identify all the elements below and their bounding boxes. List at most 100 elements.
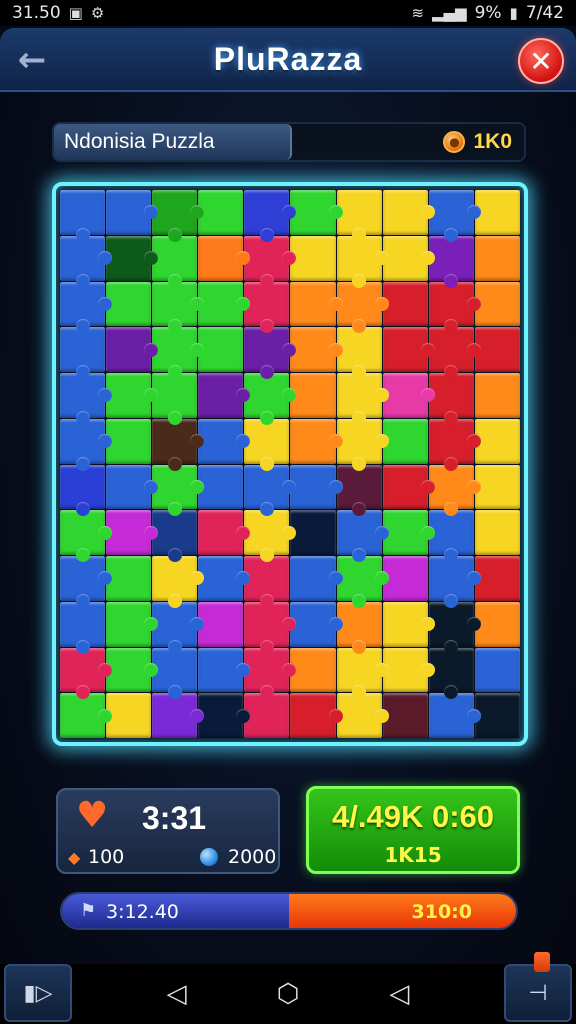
home-nav-icon[interactable]: ⬡ <box>277 979 300 1009</box>
puzzle-piece[interactable] <box>474 556 520 601</box>
puzzle-piece[interactable] <box>60 235 113 288</box>
score-panel[interactable]: 4/.49K 0:60 1K15 <box>306 786 520 874</box>
puzzle-piece[interactable] <box>198 464 244 510</box>
puzzle-piece[interactable] <box>152 281 205 334</box>
puzzle-piece[interactable] <box>60 647 113 700</box>
puzzle-piece[interactable] <box>336 556 389 608</box>
puzzle-piece[interactable] <box>244 327 297 379</box>
puzzle-piece[interactable] <box>198 647 251 693</box>
puzzle-piece[interactable] <box>336 464 382 517</box>
puzzle-piece[interactable] <box>198 556 251 601</box>
puzzle-piece[interactable] <box>198 510 251 555</box>
puzzle-piece[interactable] <box>244 281 290 334</box>
puzzle-piece[interactable] <box>336 190 382 242</box>
puzzle-piece[interactable] <box>60 418 113 471</box>
back-button[interactable]: ← <box>12 40 52 80</box>
puzzle-piece[interactable] <box>106 556 152 601</box>
puzzle-piece[interactable] <box>244 190 297 242</box>
puzzle-piece[interactable] <box>382 556 428 601</box>
puzzle-piece[interactable] <box>336 235 389 288</box>
puzzle-piece[interactable] <box>244 373 297 425</box>
puzzle-piece[interactable] <box>290 327 343 372</box>
puzzle-piece[interactable] <box>106 510 159 555</box>
puzzle-piece[interactable] <box>290 693 343 738</box>
puzzle-piece[interactable] <box>290 373 336 418</box>
puzzle-piece[interactable] <box>290 235 336 281</box>
puzzle-piece[interactable] <box>428 190 481 242</box>
puzzle-piece[interactable] <box>428 510 474 562</box>
puzzle-piece[interactable] <box>106 235 159 281</box>
puzzle-piece[interactable] <box>152 556 205 608</box>
puzzle-piece[interactable] <box>152 510 198 562</box>
puzzle-piece[interactable] <box>382 464 435 510</box>
puzzle-piece[interactable] <box>198 327 244 372</box>
puzzle-piece[interactable] <box>244 556 290 608</box>
puzzle-piece[interactable] <box>428 556 481 608</box>
puzzle-piece[interactable] <box>428 464 481 517</box>
puzzle-piece[interactable] <box>428 601 481 654</box>
puzzle-piece[interactable] <box>152 464 205 517</box>
puzzle-piece[interactable] <box>290 418 343 464</box>
puzzle-piece[interactable] <box>106 373 159 418</box>
puzzle-piece[interactable] <box>60 601 106 654</box>
puzzle-piece[interactable] <box>244 464 297 517</box>
puzzle-piece[interactable] <box>244 693 290 738</box>
back-nav-icon[interactable]: ◁ <box>167 979 187 1009</box>
puzzle-piece[interactable] <box>60 556 113 608</box>
puzzle-piece[interactable] <box>474 373 520 418</box>
puzzle-piece[interactable] <box>152 373 198 425</box>
menu-button[interactable]: ⊣ <box>504 952 572 1022</box>
puzzle-piece[interactable] <box>152 327 205 379</box>
puzzle-piece[interactable] <box>106 601 159 647</box>
puzzle-piece[interactable] <box>198 601 244 647</box>
puzzle-piece[interactable] <box>382 510 435 555</box>
puzzle-piece[interactable] <box>336 281 389 334</box>
puzzle-piece[interactable] <box>336 647 389 700</box>
puzzle-piece[interactable] <box>336 510 389 562</box>
pause-button[interactable]: ▮▷ <box>4 964 72 1022</box>
puzzle-piece[interactable] <box>152 235 198 288</box>
puzzle-piece[interactable] <box>60 190 106 242</box>
puzzle-piece[interactable] <box>198 373 251 418</box>
puzzle-piece[interactable] <box>336 601 382 654</box>
puzzle-piece[interactable] <box>106 693 152 738</box>
puzzle-piece[interactable] <box>428 281 481 334</box>
puzzle-piece[interactable] <box>244 418 290 471</box>
puzzle-piece[interactable] <box>474 418 520 464</box>
puzzle-piece[interactable] <box>382 281 428 327</box>
puzzle-piece[interactable] <box>244 235 297 288</box>
puzzle-piece[interactable] <box>474 601 520 647</box>
puzzle-piece[interactable] <box>336 693 389 738</box>
puzzle-piece[interactable] <box>60 464 106 517</box>
puzzle-piece[interactable] <box>474 327 520 372</box>
puzzle-piece[interactable] <box>152 601 205 654</box>
puzzle-piece[interactable] <box>106 281 152 327</box>
puzzle-piece[interactable] <box>60 373 113 425</box>
puzzle-piece[interactable] <box>382 373 435 418</box>
puzzle-piece[interactable] <box>244 647 297 700</box>
puzzle-piece[interactable] <box>336 327 382 379</box>
puzzle-piece[interactable] <box>60 281 113 334</box>
puzzle-piece[interactable] <box>290 510 336 555</box>
puzzle-piece[interactable] <box>290 464 343 510</box>
puzzle-piece[interactable] <box>198 693 251 738</box>
puzzle-piece[interactable] <box>428 693 481 738</box>
puzzle-piece[interactable] <box>474 647 520 693</box>
puzzle-piece[interactable] <box>106 190 159 235</box>
puzzle-piece[interactable] <box>428 327 481 379</box>
recents-nav-icon[interactable]: ◁ <box>389 979 409 1009</box>
puzzle-piece[interactable] <box>474 464 520 510</box>
puzzle-piece[interactable] <box>382 693 428 738</box>
puzzle-piece[interactable] <box>290 647 336 693</box>
puzzle-piece[interactable] <box>106 464 159 510</box>
puzzle-piece[interactable] <box>60 693 113 738</box>
puzzle-piece[interactable] <box>290 556 343 601</box>
puzzle-piece[interactable] <box>198 281 251 327</box>
puzzle-piece[interactable] <box>106 647 159 693</box>
puzzle-piece[interactable] <box>290 601 343 647</box>
puzzle-piece[interactable] <box>152 418 205 471</box>
puzzle-piece[interactable] <box>290 190 343 235</box>
puzzle-piece[interactable] <box>336 373 389 425</box>
puzzle-piece[interactable] <box>428 418 481 471</box>
puzzle-piece[interactable] <box>152 647 198 700</box>
